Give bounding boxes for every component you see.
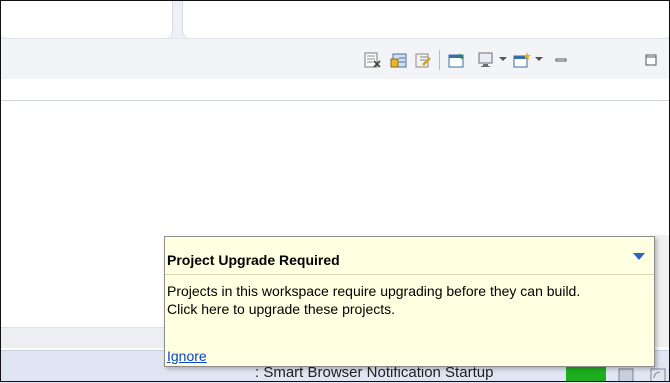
window-frame bbox=[0, 0, 670, 382]
